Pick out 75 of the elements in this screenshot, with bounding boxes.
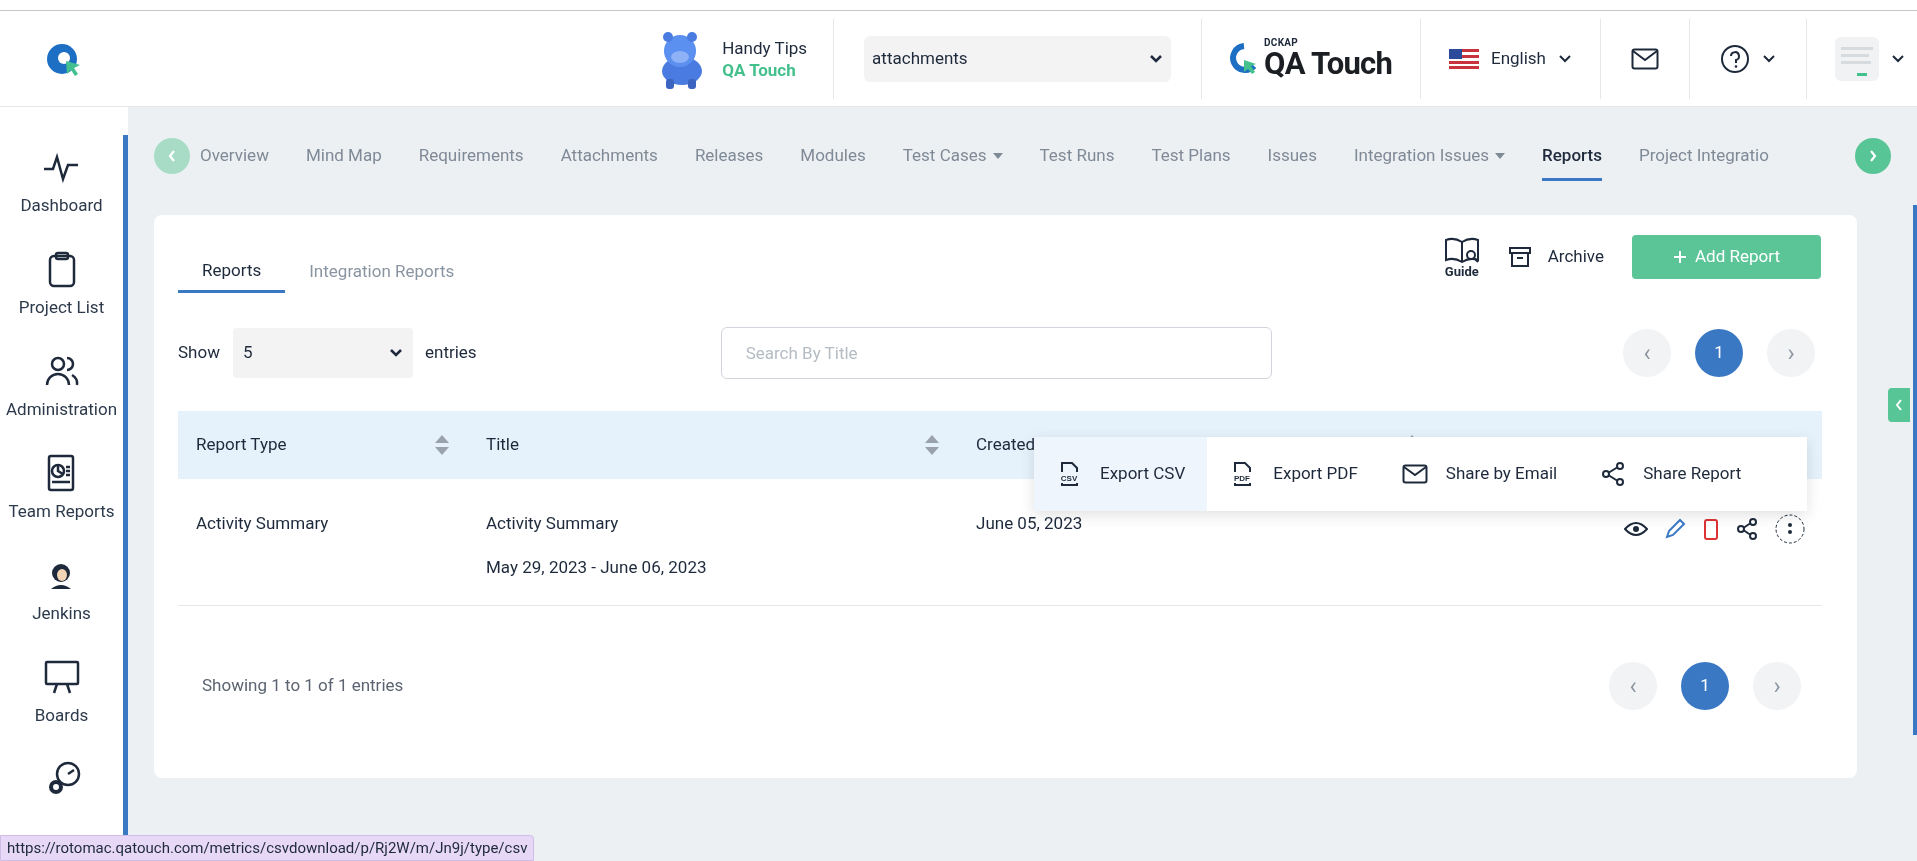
search-field[interactable]: Search By Title	[720, 327, 1272, 379]
archive-icon	[1507, 246, 1532, 268]
sidebar-item[interactable]: Project List	[18, 249, 105, 351]
nav-tab[interactable]: Test Runs	[1039, 131, 1115, 181]
status-bar-url: https://rotomac.qatouch.com/metrics/csvdownload/p/Rj2W/m/Jn9j/type/csv	[0, 835, 535, 861]
entries-select[interactable]: 5	[233, 328, 413, 378]
pencil-icon[interactable]	[1664, 518, 1686, 540]
mail-icon[interactable]	[1631, 47, 1659, 70]
chevron-down-icon	[1891, 53, 1905, 64]
nav-tab[interactable]: Project Integratio	[1638, 131, 1769, 181]
entries-label: entries	[425, 341, 477, 365]
nav-tab[interactable]: Integration Issues	[1353, 131, 1506, 181]
table-cell-text: Activity Summary	[486, 512, 620, 535]
nav-tab[interactable]: Releases	[694, 131, 764, 181]
chevron-left-icon	[167, 149, 177, 163]
show-label: Show	[178, 341, 221, 365]
nav-tab[interactable]: Reports	[1542, 131, 1602, 181]
previous-page-button[interactable]: ‹	[1623, 329, 1671, 377]
column-header: Report Type	[196, 433, 287, 457]
nav-tab[interactable]: Requirements	[418, 131, 524, 181]
trash-icon[interactable]	[1702, 518, 1720, 540]
menu-item[interactable]: Share Report	[1579, 437, 1764, 511]
help-icon	[1720, 43, 1750, 74]
chevron-down-icon	[389, 348, 403, 358]
sidebar-item[interactable]: Dashboard	[20, 147, 103, 249]
page-button[interactable]: 1	[1681, 662, 1729, 710]
language-select[interactable]: English	[1421, 18, 1601, 99]
eye-icon[interactable]	[1624, 521, 1648, 537]
menu-item[interactable]: Share by Email	[1379, 437, 1580, 511]
chevron-down-icon	[1762, 53, 1776, 64]
report-tab[interactable]: Reports	[178, 251, 286, 293]
column-header: Title	[486, 433, 519, 457]
nav-tab[interactable]: Test Cases	[902, 131, 1003, 181]
sidebar-item[interactable]: Administration	[6, 351, 117, 453]
sidebar-item[interactable]: Jenkins	[32, 555, 91, 657]
page-button[interactable]: 1	[1695, 329, 1743, 377]
share-icon[interactable]	[1736, 518, 1758, 540]
nav-tab[interactable]: Attachments	[560, 131, 658, 181]
nav-tab[interactable]: Modules	[800, 131, 866, 181]
share-icon	[1601, 462, 1626, 486]
side-panel-toggle[interactable]	[1888, 388, 1910, 422]
nav-tab[interactable]: Test Plans	[1151, 131, 1231, 181]
table-cell-text: Activity Summary	[195, 512, 330, 535]
book-search-icon	[1443, 236, 1480, 265]
us-flag-icon	[1449, 48, 1479, 69]
brand-tagline: DCKAP	[1264, 38, 1299, 48]
project-select[interactable]: attachments	[864, 35, 1172, 82]
menu-item[interactable]: PDF Export PDF	[1207, 437, 1380, 511]
entries-summary: Showing 1 to 1 of 1 entries	[202, 674, 404, 698]
column-header: Created	[976, 433, 1036, 457]
mail-icon	[1401, 464, 1428, 484]
menu-item[interactable]: CSV Export CSV	[1034, 437, 1208, 511]
avatar-icon	[1835, 36, 1879, 81]
chevron-left-icon	[1895, 399, 1903, 411]
report-tab[interactable]: Integration Reports	[285, 251, 479, 293]
guide-button[interactable]: Guide	[1443, 236, 1480, 278]
nav-tab[interactable]: Mind Map	[305, 131, 382, 181]
sidebar-item[interactable]: Team Reports	[8, 453, 115, 555]
previous-page-button[interactable]: ‹	[1609, 662, 1657, 710]
archive-button[interactable]: Archive	[1507, 244, 1604, 270]
brand-name: QA Touch	[1264, 48, 1392, 79]
more-options-icon[interactable]	[1774, 513, 1806, 545]
sidebar-item[interactable]: Boards	[34, 657, 89, 759]
table-cell-text: June 05, 2023	[975, 512, 1084, 535]
next-page-button[interactable]: ›	[1753, 662, 1801, 710]
chevron-down-icon	[1558, 53, 1572, 64]
nav-tab[interactable]: Issues	[1267, 131, 1317, 181]
chevron-right-icon	[1868, 149, 1878, 163]
next-page-button[interactable]: ›	[1767, 329, 1815, 377]
tip-title: Handy Tips	[722, 36, 808, 59]
date-range: May 29, 2023 - June 06, 2023	[486, 555, 708, 579]
nav-tab[interactable]: Overview	[200, 131, 269, 181]
chevron-down-icon	[1149, 53, 1164, 64]
tip-subtitle: QA Touch	[722, 58, 797, 81]
plus-icon	[1673, 250, 1687, 264]
